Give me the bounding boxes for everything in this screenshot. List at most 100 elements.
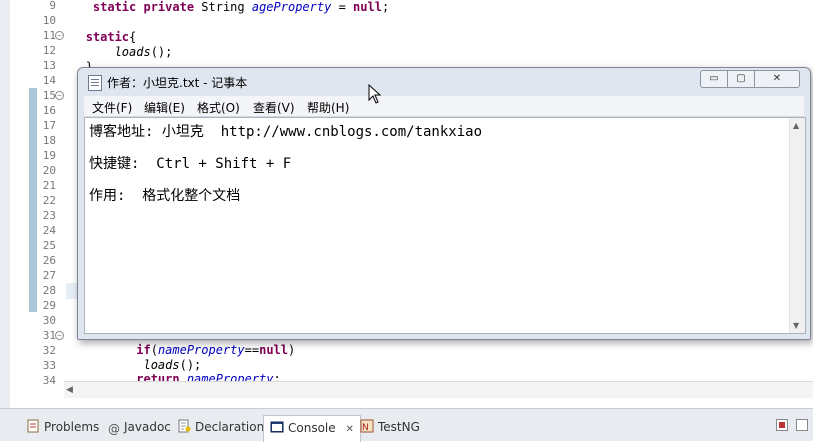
line-number: 27 [42, 269, 56, 282]
line-number: 29 [42, 299, 56, 312]
keyword: static private [92, 0, 195, 14]
line-number: 19 [42, 149, 56, 162]
call-end: (); [150, 45, 173, 59]
line-number: 12 [42, 44, 56, 57]
method-call: loads [143, 358, 180, 372]
keyword: return [136, 372, 180, 381]
minimize-icon: ▭ [709, 73, 719, 84]
field-name: nameProperty [179, 372, 274, 381]
text-line: 博客地址: 小坦克 http://www.cnblogs.com/tankxia… [89, 124, 483, 140]
scroll-up-icon[interactable]: ▲ [793, 121, 799, 130]
code-line-12[interactable]: loads(); [64, 45, 173, 60]
fold-minus-icon[interactable]: − [55, 91, 64, 100]
semicolon: ; [381, 0, 390, 14]
menu-format[interactable]: 格式(O) [197, 99, 240, 116]
line-number: 31 [42, 329, 56, 342]
line-number: 14 [42, 74, 56, 87]
close-button[interactable]: ✕ [754, 70, 800, 88]
window-title: 作者：小坦克.txt - 记事本 [107, 76, 248, 90]
declaration-icon [178, 419, 191, 433]
text-line: 快捷键: Ctrl + Shift + F [89, 156, 292, 172]
keyword: static [85, 30, 130, 44]
tab-javadoc[interactable]: @ Javadoc [108, 417, 171, 437]
tab-problems[interactable]: Problems [26, 417, 99, 437]
scroll-left-icon[interactable]: ◀ [66, 385, 73, 395]
close-icon[interactable]: ✕ [345, 424, 353, 435]
menu-edit[interactable]: 编辑(E) [144, 99, 185, 116]
fold-minus-icon[interactable]: − [55, 331, 64, 340]
paren: ( [150, 343, 158, 357]
brace: { [129, 30, 137, 44]
mouse-cursor-icon [368, 84, 382, 104]
notepad-menubar: 文件(F) 编辑(E) 格式(O) 查看(V) 帮助(H) [84, 96, 804, 117]
tab-label: Javadoc [124, 420, 171, 434]
semicolon: ; [273, 372, 281, 381]
tab-console[interactable]: Console ✕ [263, 415, 361, 442]
line-number: 33 [42, 359, 56, 372]
console-icon [270, 421, 284, 433]
testng-icon: N [360, 419, 374, 433]
menu-view[interactable]: 查看(V) [253, 99, 295, 116]
line-number: 22 [42, 194, 56, 207]
code-line-32[interactable]: if(nameProperty==null) [64, 343, 295, 358]
line-number: 20 [42, 164, 56, 177]
code-line-34[interactable]: return nameProperty; [64, 372, 281, 381]
tab-label: Console [288, 421, 336, 435]
tab-label: Problems [44, 420, 100, 434]
tab-label: Declaration [195, 420, 265, 434]
operator: == [244, 343, 260, 357]
line-number: 15 [42, 89, 56, 102]
keyword: if [136, 343, 151, 357]
line-number: 28 [42, 284, 56, 297]
line-number: 21 [42, 179, 56, 192]
line-number: 16 [42, 104, 56, 117]
maximize-button[interactable]: ▢ [727, 70, 755, 88]
view-tab-bar: Problems @ Javadoc Declaration Console ✕ … [0, 408, 813, 442]
clear-console-icon[interactable] [796, 419, 808, 431]
tab-label: TestNG [378, 420, 420, 434]
line-number: 11 [42, 29, 56, 42]
problems-icon [27, 419, 39, 433]
code-line-9[interactable]: static private String ageProperty = null… [64, 0, 389, 15]
notepad-vertical-scrollbar[interactable]: ▲ ▼ [789, 118, 805, 333]
line-number: 17 [42, 119, 56, 132]
type-name: String [194, 0, 252, 14]
method-call: loads [114, 45, 151, 59]
line-number: 25 [42, 239, 56, 252]
notepad-window[interactable]: 作者：小坦克.txt - 记事本 ▭ ▢ ✕ 文件(F) 编辑(E) 格式(O)… [77, 67, 811, 340]
null-keyword: null [353, 0, 382, 14]
null-keyword: null [259, 343, 288, 357]
paren: ) [288, 343, 296, 357]
at-sign-icon: @ [108, 422, 120, 436]
line-number: 34 [42, 374, 56, 387]
line-number: 10 [42, 14, 56, 27]
menu-help[interactable]: 帮助(H) [307, 99, 349, 116]
code-line-11[interactable]: static{ [64, 30, 137, 45]
field-name: nameProperty [157, 343, 245, 357]
scroll-down-icon[interactable]: ▼ [793, 321, 799, 330]
minimize-button[interactable]: ▭ [700, 70, 728, 88]
notepad-icon [88, 75, 102, 91]
line-number: 30 [42, 314, 56, 327]
line-number: 13 [42, 59, 56, 72]
svg-text:N: N [362, 423, 369, 433]
fold-minus-icon[interactable]: − [55, 31, 64, 40]
close-icon: ✕ [772, 73, 782, 84]
field-name: ageProperty [251, 0, 332, 14]
text-line: 作用: 格式化整个文档 [89, 188, 241, 204]
editor-horizontal-scrollbar[interactable]: ◀ [64, 381, 813, 398]
notepad-text-area[interactable]: 博客地址: 小坦克 http://www.cnblogs.com/tankxia… [84, 117, 806, 334]
maximize-icon: ▢ [736, 73, 746, 84]
line-number: 26 [42, 254, 56, 267]
tab-testng[interactable]: N TestNG [360, 417, 420, 437]
menu-file[interactable]: 文件(F) [92, 99, 132, 116]
operator: = [331, 0, 354, 14]
line-number: 23 [42, 209, 56, 222]
notepad-titlebar[interactable]: 作者：小坦克.txt - 记事本 ▭ ▢ ✕ [78, 68, 810, 96]
tab-declaration[interactable]: Declaration [177, 417, 264, 437]
stop-icon[interactable] [776, 419, 788, 431]
code-line-33[interactable]: loads(); [64, 358, 201, 373]
call-end: (); [179, 358, 202, 372]
line-number: 32 [42, 344, 56, 357]
line-number: 9 [49, 0, 56, 12]
